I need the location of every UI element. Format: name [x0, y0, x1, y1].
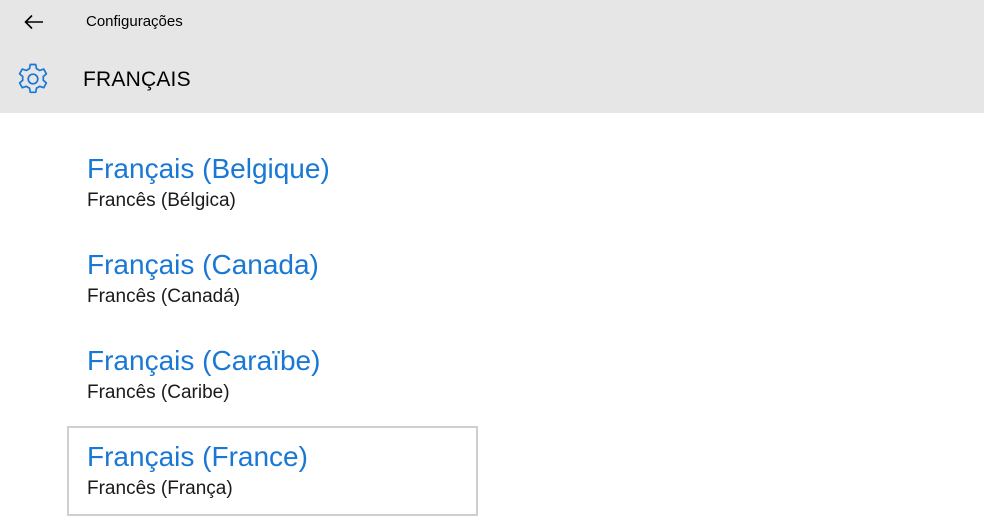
language-name: Français (Canada) [87, 249, 319, 280]
back-button[interactable] [16, 6, 52, 38]
language-item-france[interactable]: Français (France) Francês (França) [67, 426, 478, 516]
language-name: Français (Belgique) [87, 153, 330, 184]
gear-icon [14, 60, 52, 98]
app-title: Configurações [86, 13, 183, 30]
language-translation: Francês (Caribe) [87, 382, 230, 403]
language-item-canada[interactable]: Français (Canada) Francês (Canadá) [67, 234, 478, 324]
language-list: Français (Belgique) Francês (Bélgica) Fr… [67, 138, 478, 522]
language-item-belgique[interactable]: Français (Belgique) Francês (Bélgica) [67, 138, 478, 228]
header-bar: Configurações FRANÇAIS [0, 0, 984, 113]
arrow-left-icon [24, 14, 43, 30]
language-translation: Francês (França) [87, 478, 233, 499]
language-name: Français (Caraïbe) [87, 345, 321, 376]
language-translation: Francês (Bélgica) [87, 190, 236, 211]
language-translation: Francês (Canadá) [87, 286, 241, 307]
language-item-caraibe[interactable]: Français (Caraïbe) Francês (Caribe) [67, 330, 478, 420]
language-name: Français (France) [87, 441, 308, 472]
page-title: FRANÇAIS [83, 68, 191, 91]
